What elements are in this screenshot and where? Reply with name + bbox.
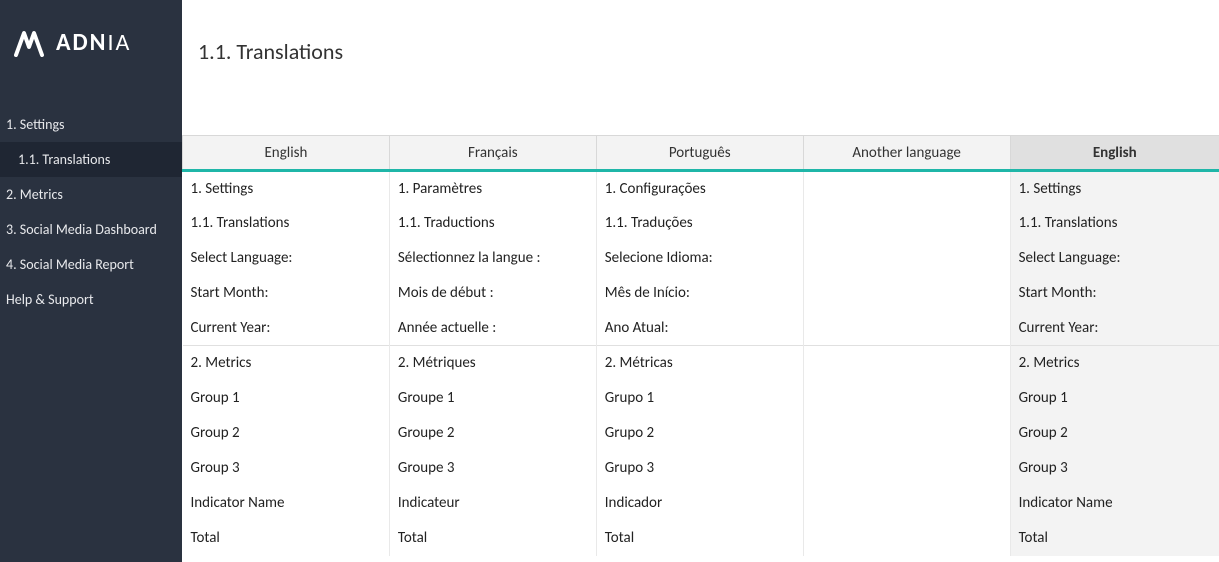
table-cell[interactable]: Ano Atual: (596, 311, 803, 346)
sidebar-nav: 1. Settings1.1. Translations2. Metrics3.… (0, 107, 182, 317)
table-cell[interactable]: Group 2 (1010, 416, 1219, 451)
column-header[interactable]: Another language (803, 136, 1010, 171)
table-cell[interactable]: 1. Configurações (596, 171, 803, 206)
table-cell[interactable]: Start Month: (1010, 276, 1219, 311)
table-cell[interactable]: Mois de début : (389, 276, 596, 311)
table-cell[interactable]: Total (1010, 521, 1219, 556)
table-cell[interactable] (803, 346, 1010, 381)
table-row: Start Month:Mois de début :Mês de Início… (183, 276, 1219, 311)
page-title: 1.1. Translations (182, 0, 1219, 135)
table-cell[interactable]: Group 3 (183, 451, 390, 486)
table-cell[interactable]: 1.1. Traductions (389, 206, 596, 241)
table-cell[interactable] (803, 311, 1010, 346)
table-cell[interactable] (803, 171, 1010, 206)
table-cell[interactable]: Selecione Idioma: (596, 241, 803, 276)
table-cell[interactable]: Groupe 1 (389, 381, 596, 416)
table-row: Group 2Groupe 2Grupo 2Group 2 (183, 416, 1219, 451)
table-cell[interactable]: Mês de Início: (596, 276, 803, 311)
sidebar-item-1[interactable]: 1.1. Translations (0, 142, 182, 177)
table-cell[interactable]: 1.1. Traduções (596, 206, 803, 241)
column-header[interactable]: Français (389, 136, 596, 171)
table-row: Group 1Groupe 1Grupo 1Group 1 (183, 381, 1219, 416)
table-cell[interactable]: 2. Métricas (596, 346, 803, 381)
table-cell[interactable]: Année actuelle : (389, 311, 596, 346)
table-cell[interactable]: 1. Settings (1010, 171, 1219, 206)
table-cell[interactable] (803, 381, 1010, 416)
table-cell[interactable]: Total (596, 521, 803, 556)
table-body: 1. Settings1. Paramètres1. Configurações… (183, 171, 1219, 556)
table-cell[interactable] (803, 521, 1010, 556)
sidebar: ADNIA 1. Settings1.1. Translations2. Met… (0, 0, 182, 562)
table-cell[interactable]: Indicator Name (183, 486, 390, 521)
brand-logo: ADNIA (0, 18, 182, 107)
table-cell[interactable] (803, 241, 1010, 276)
table-row: 1. Settings1. Paramètres1. Configurações… (183, 171, 1219, 206)
table-cell[interactable]: 1. Settings (183, 171, 390, 206)
table-cell[interactable]: Group 3 (1010, 451, 1219, 486)
sidebar-item-0[interactable]: 1. Settings (0, 107, 182, 142)
table-cell[interactable]: 2. Métriques (389, 346, 596, 381)
table-cell[interactable]: 2. Metrics (183, 346, 390, 381)
table-cell[interactable]: Indicador (596, 486, 803, 521)
table-cell[interactable]: 1.1. Translations (183, 206, 390, 241)
table-header-row: EnglishFrançaisPortuguêsAnother language… (183, 136, 1219, 171)
table-cell[interactable] (803, 206, 1010, 241)
table-cell[interactable]: Groupe 3 (389, 451, 596, 486)
table-row: TotalTotalTotalTotal (183, 521, 1219, 556)
table-cell[interactable]: Current Year: (1010, 311, 1219, 346)
main-content: 1.1. Translations EnglishFrançaisPortugu… (182, 0, 1219, 562)
sidebar-item-2[interactable]: 2. Metrics (0, 177, 182, 212)
brand-icon (14, 29, 48, 57)
table-row: 2. Metrics2. Métriques2. Métricas2. Metr… (183, 346, 1219, 381)
table-cell[interactable]: Group 2 (183, 416, 390, 451)
table-cell[interactable]: Current Year: (183, 311, 390, 346)
sidebar-item-3[interactable]: 3. Social Media Dashboard (0, 212, 182, 247)
table-cell[interactable]: Total (389, 521, 596, 556)
table-cell[interactable]: Select Language: (1010, 241, 1219, 276)
table-row: 1.1. Translations1.1. Traductions1.1. Tr… (183, 206, 1219, 241)
table-row: Current Year:Année actuelle :Ano Atual:C… (183, 311, 1219, 346)
brand-name: ADNIA (56, 28, 131, 57)
column-header[interactable]: English (1010, 136, 1219, 171)
table-cell[interactable]: Total (183, 521, 390, 556)
table-cell[interactable]: 1.1. Translations (1010, 206, 1219, 241)
table-cell[interactable]: Start Month: (183, 276, 390, 311)
table-cell[interactable]: Groupe 2 (389, 416, 596, 451)
table-cell[interactable] (803, 276, 1010, 311)
table-cell[interactable]: Group 1 (183, 381, 390, 416)
table-cell[interactable]: Grupo 1 (596, 381, 803, 416)
column-header[interactable]: English (183, 136, 390, 171)
table-cell[interactable] (803, 451, 1010, 486)
sidebar-item-5[interactable]: Help & Support (0, 282, 182, 317)
table-cell[interactable]: Group 1 (1010, 381, 1219, 416)
column-header[interactable]: Português (596, 136, 803, 171)
translations-table-wrap: EnglishFrançaisPortuguêsAnother language… (182, 135, 1219, 562)
table-cell[interactable] (803, 416, 1010, 451)
table-row: Indicator NameIndicateurIndicadorIndicat… (183, 486, 1219, 521)
table-cell[interactable]: 2. Metrics (1010, 346, 1219, 381)
table-cell[interactable]: Indicator Name (1010, 486, 1219, 521)
table-cell[interactable] (803, 486, 1010, 521)
table-row: Group 3Groupe 3Grupo 3Group 3 (183, 451, 1219, 486)
sidebar-item-4[interactable]: 4. Social Media Report (0, 247, 182, 282)
table-cell[interactable]: Grupo 3 (596, 451, 803, 486)
table-cell[interactable]: Sélectionnez la langue : (389, 241, 596, 276)
table-cell[interactable]: Grupo 2 (596, 416, 803, 451)
table-cell[interactable]: Select Language: (183, 241, 390, 276)
translations-table: EnglishFrançaisPortuguêsAnother language… (182, 135, 1219, 556)
table-row: Select Language:Sélectionnez la langue :… (183, 241, 1219, 276)
table-cell[interactable]: Indicateur (389, 486, 596, 521)
table-cell[interactable]: 1. Paramètres (389, 171, 596, 206)
